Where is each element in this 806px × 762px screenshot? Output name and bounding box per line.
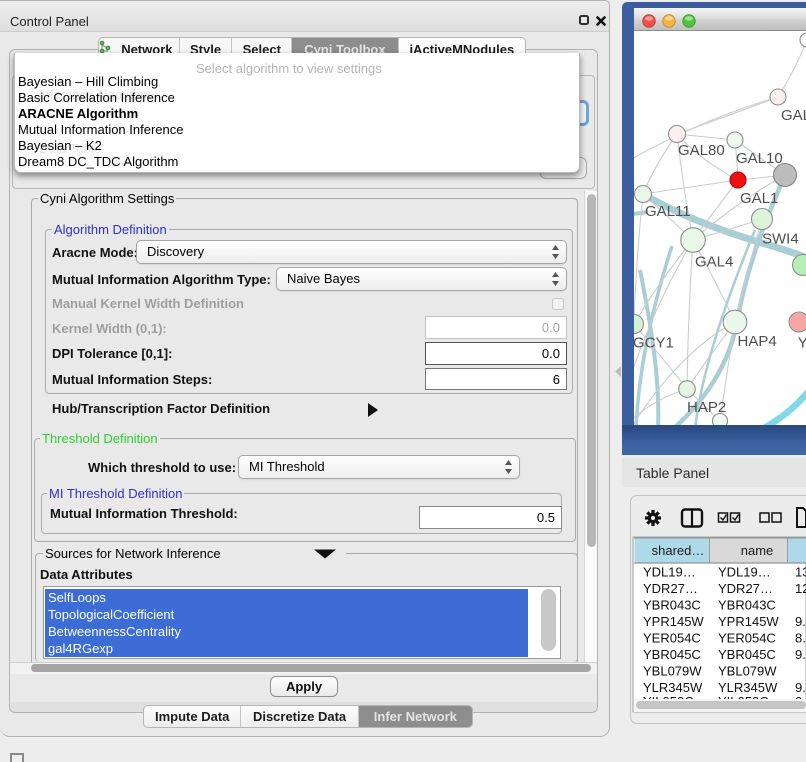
svg-text:GAL1: GAL1 — [740, 190, 778, 207]
svg-text:9.: 9. — [795, 647, 806, 662]
svg-text:GCY1: GCY1 — [633, 335, 674, 352]
svg-text:YBL079W: YBL079W — [718, 664, 777, 679]
svg-text:GAL10: GAL10 — [736, 150, 783, 167]
svg-text:GAL80: GAL80 — [678, 142, 725, 159]
svg-text:13: 13 — [795, 565, 806, 580]
svg-text:YLR345W: YLR345W — [718, 680, 778, 695]
svg-text:YLR345W: YLR345W — [643, 680, 703, 695]
svg-text:GAL4: GAL4 — [695, 254, 733, 271]
svg-text:YPR145W: YPR145W — [718, 614, 779, 629]
svg-text:YBR045C: YBR045C — [718, 647, 776, 662]
svg-text:GAL11: GAL11 — [645, 203, 691, 220]
svg-text:YDR27…: YDR27… — [718, 581, 773, 596]
svg-text:SWI4: SWI4 — [762, 231, 799, 248]
svg-text:name: name — [741, 543, 774, 558]
svg-text:shared…: shared… — [652, 543, 705, 558]
svg-text:HAP4: HAP4 — [738, 333, 777, 350]
svg-text:YBR043C: YBR043C — [718, 598, 776, 613]
svg-text:YBL079W: YBL079W — [643, 664, 702, 679]
svg-text:YPR145W: YPR145W — [643, 614, 704, 629]
svg-text:YDR27…: YDR27… — [643, 581, 698, 596]
svg-text:YER054C: YER054C — [718, 631, 776, 646]
svg-text:HAP2: HAP2 — [687, 399, 726, 416]
svg-text:YER054C: YER054C — [643, 631, 701, 646]
svg-text:YDL19…: YDL19… — [643, 565, 696, 580]
svg-text:9.: 9. — [795, 614, 806, 629]
svg-text:YBR043C: YBR043C — [643, 598, 701, 613]
svg-text:GAL: GAL — [781, 107, 806, 124]
svg-text:9.: 9. — [795, 680, 806, 695]
svg-text:YDL19…: YDL19… — [718, 565, 771, 580]
svg-text:Y: Y — [798, 335, 806, 352]
svg-text:12: 12 — [795, 581, 806, 596]
svg-text:YBR045C: YBR045C — [643, 647, 701, 662]
svg-text:8.: 8. — [795, 631, 806, 646]
